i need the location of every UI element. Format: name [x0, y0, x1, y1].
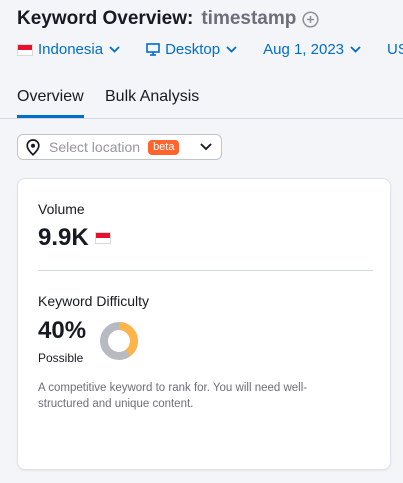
location-select[interactable]: Select location beta [17, 134, 222, 160]
volume-label: Volume [38, 201, 85, 217]
currency-selector[interactable]: USD [387, 41, 403, 58]
desktop-icon [146, 43, 160, 56]
keyword-difficulty-value: 40% [38, 317, 87, 344]
date-label: Aug 1, 2023 [263, 41, 344, 58]
tab-bulk-analysis[interactable]: Bulk Analysis [105, 88, 199, 115]
tab-overview[interactable]: Overview [17, 88, 84, 118]
chevron-down-icon [109, 46, 120, 53]
chevron-down-icon [226, 46, 237, 53]
chevron-down-icon [200, 143, 212, 151]
date-selector[interactable]: Aug 1, 2023 [263, 41, 361, 58]
location-pin-icon [26, 138, 40, 156]
device-selector[interactable]: Desktop [146, 41, 237, 58]
database-selector[interactable]: Indonesia [17, 41, 120, 58]
keyword-difficulty-level: Possible [38, 351, 84, 365]
currency-label: USD [387, 41, 403, 58]
difficulty-donut-chart [100, 322, 138, 360]
location-placeholder: Select location [49, 139, 141, 155]
divider [38, 270, 373, 271]
chevron-down-icon [350, 46, 361, 53]
device-label: Desktop [165, 41, 221, 58]
page-title-label: Keyword Overview: [17, 8, 194, 29]
volume-value-row: 9.9K [38, 224, 111, 252]
database-label: Indonesia [38, 41, 104, 58]
keyword-overview-card: Volume 9.9K Keyword Difficulty 40% Possi… [17, 178, 391, 470]
keyword-difficulty-label: Keyword Difficulty [38, 293, 150, 309]
volume-value: 9.9K [38, 224, 89, 251]
keyword-name: timestamp [201, 8, 297, 29]
add-icon[interactable] [302, 10, 319, 28]
page-title: Keyword Overview: timestamp [17, 8, 319, 30]
tab-bar: Overview Bulk Analysis [0, 80, 403, 119]
keyword-difficulty-description: A competitive keyword to rank for. You w… [38, 382, 308, 410]
indonesia-flag-icon [94, 232, 111, 244]
indonesia-flag-icon [17, 43, 33, 56]
filter-bar: Indonesia Desktop Aug 1, 2023 USD [17, 41, 403, 58]
beta-badge: beta [148, 139, 180, 155]
